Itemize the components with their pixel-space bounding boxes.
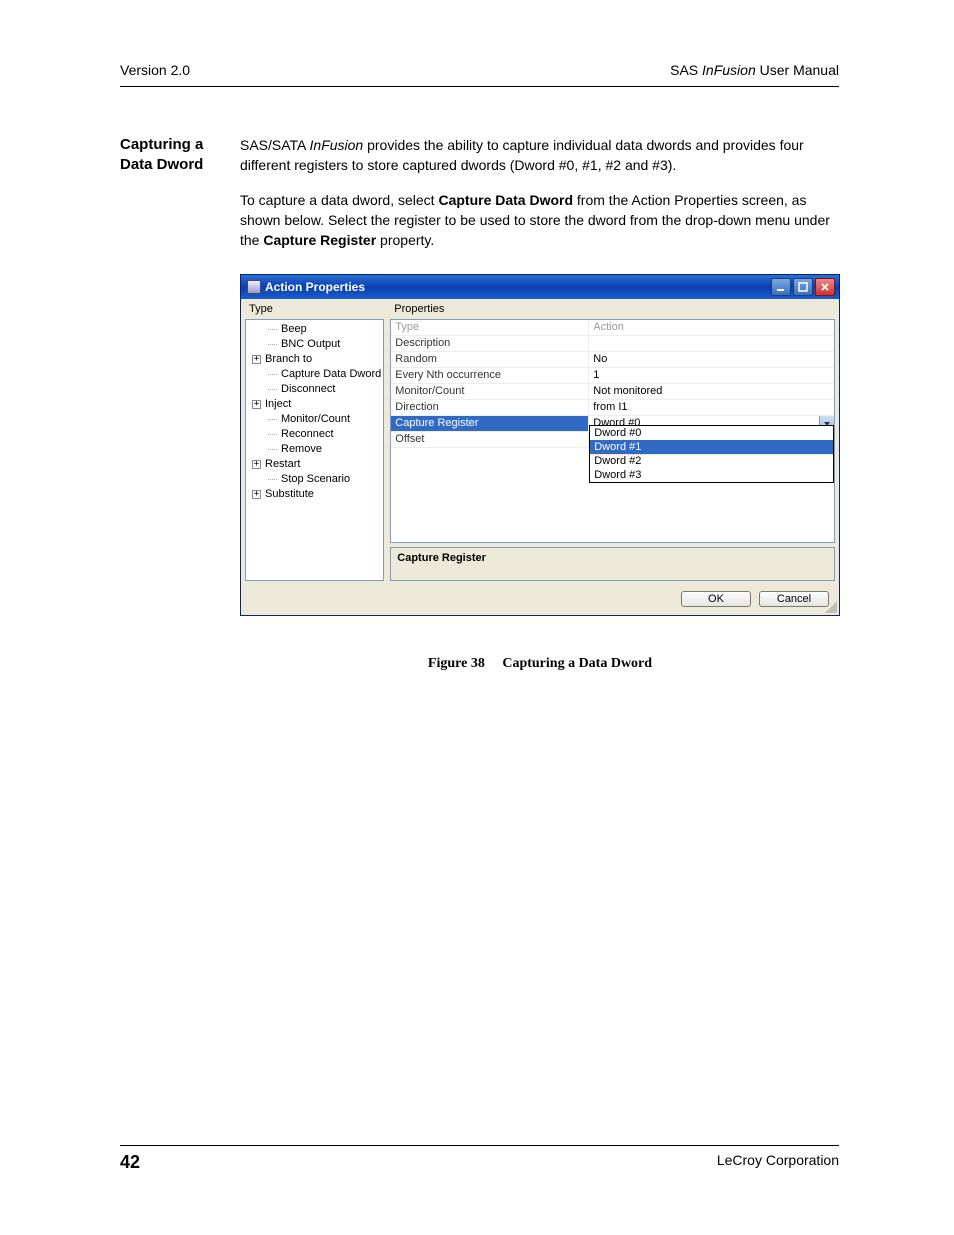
tree-item[interactable]: Remove	[248, 442, 381, 457]
property-row[interactable]: Description	[391, 336, 834, 352]
tree-item[interactable]: Monitor/Count	[248, 412, 381, 427]
type-panel-label: Type	[245, 301, 384, 319]
property-row[interactable]: Directionfrom I1	[391, 400, 834, 416]
dropdown-option[interactable]: Dword #3	[590, 468, 833, 482]
property-row[interactable]: TypeAction	[391, 320, 834, 336]
tree-item[interactable]: Disconnect	[248, 382, 381, 397]
tree-item[interactable]: Stop Scenario	[248, 472, 381, 487]
tree-item[interactable]: Reconnect	[248, 427, 381, 442]
tree-item[interactable]: + Restart	[248, 457, 381, 472]
property-name: Every Nth occurrence	[391, 368, 589, 384]
figure-caption: Figure 38 Capturing a Data Dword	[240, 656, 840, 672]
property-value[interactable]: Not monitored	[589, 384, 834, 400]
type-tree[interactable]: BeepBNC Output + Branch toCapture Data Dwo…	[245, 319, 384, 581]
property-name: Offset	[391, 432, 589, 448]
header-version: Version 2.0	[120, 62, 190, 78]
action-properties-dialog: Action Properties Type B	[240, 274, 840, 616]
properties-panel-label: Properties	[390, 301, 835, 319]
titlebar[interactable]: Action Properties	[241, 275, 839, 299]
resize-grip-icon[interactable]	[825, 601, 837, 613]
ok-button[interactable]: OK	[681, 591, 751, 607]
section-title: Capturing a Data Dword	[120, 135, 220, 264]
paragraph-2: To capture a data dword, select Capture …	[240, 190, 839, 251]
tree-item-label: Inject	[265, 397, 291, 412]
expand-icon[interactable]: +	[252, 460, 261, 469]
dropdown-option[interactable]: Dword #1	[590, 440, 833, 454]
paragraph-1: SAS/SATA InFusion provides the ability t…	[240, 135, 839, 176]
property-name: Monitor/Count	[391, 384, 589, 400]
property-name: Description	[391, 336, 589, 352]
property-value[interactable]	[589, 336, 834, 352]
tree-item-label: Restart	[265, 457, 300, 472]
page-header: Version 2.0 SAS InFusion User Manual	[120, 62, 839, 87]
page-number: 42	[120, 1152, 140, 1173]
property-value[interactable]: 1	[589, 368, 834, 384]
property-description: Capture Register	[390, 547, 835, 581]
header-manual: SAS InFusion User Manual	[670, 62, 839, 78]
tree-item-label: Capture Data Dword	[281, 367, 381, 382]
tree-item-label: Branch to	[265, 352, 312, 367]
minimize-button[interactable]	[771, 278, 791, 296]
tree-item-label: Disconnect	[281, 382, 335, 397]
cancel-button[interactable]: Cancel	[759, 591, 829, 607]
property-name: Direction	[391, 400, 589, 416]
tree-item[interactable]: Capture Data Dword	[248, 367, 381, 382]
tree-item[interactable]: + Substitute	[248, 487, 381, 502]
page-footer: 42 LeCroy Corporation	[120, 1145, 839, 1173]
tree-item[interactable]: + Branch to	[248, 352, 381, 367]
property-name: Capture Register	[391, 416, 589, 432]
tree-item-label: Reconnect	[281, 427, 334, 442]
property-value[interactable]: No	[589, 352, 834, 368]
tree-item-label: Monitor/Count	[281, 412, 350, 427]
section-body: SAS/SATA InFusion provides the ability t…	[240, 135, 839, 264]
tree-item-label: Beep	[281, 322, 307, 337]
property-name: Type	[391, 320, 589, 336]
property-value[interactable]: from I1	[589, 400, 834, 416]
tree-item[interactable]: + Inject	[248, 397, 381, 412]
maximize-button[interactable]	[793, 278, 813, 296]
tree-item-label: BNC Output	[281, 337, 340, 352]
footer-company: LeCroy Corporation	[717, 1152, 839, 1173]
close-button[interactable]	[815, 278, 835, 296]
dialog-title: Action Properties	[265, 280, 365, 294]
property-value[interactable]: Action	[589, 320, 834, 336]
tree-item-label: Substitute	[265, 487, 314, 502]
property-row[interactable]: Every Nth occurrence1	[391, 368, 834, 384]
tree-item-label: Stop Scenario	[281, 472, 350, 487]
tree-item[interactable]: BNC Output	[248, 337, 381, 352]
tree-item-label: Remove	[281, 442, 322, 457]
expand-icon[interactable]: +	[252, 490, 261, 499]
properties-grid[interactable]: TypeActionDescriptionRandomNoEvery Nth o…	[390, 319, 835, 543]
dropdown-option[interactable]: Dword #2	[590, 454, 833, 468]
app-icon	[247, 280, 261, 294]
property-row[interactable]: RandomNo	[391, 352, 834, 368]
tree-item[interactable]: Beep	[248, 322, 381, 337]
expand-icon[interactable]: +	[252, 355, 261, 364]
property-row[interactable]: Monitor/CountNot monitored	[391, 384, 834, 400]
expand-icon[interactable]: +	[252, 400, 261, 409]
property-name: Random	[391, 352, 589, 368]
capture-register-dropdown[interactable]: Dword #0Dword #1Dword #2Dword #3	[589, 425, 834, 483]
dropdown-option[interactable]: Dword #0	[590, 426, 833, 440]
